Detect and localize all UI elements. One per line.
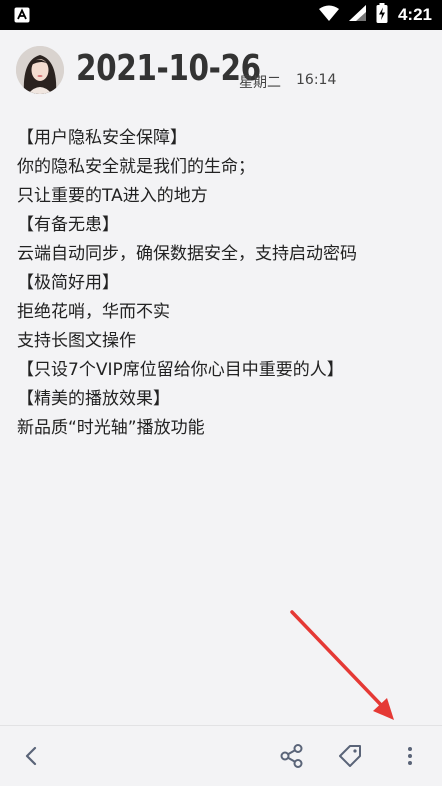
bottom-toolbar <box>0 725 442 786</box>
content-line: 【用户隐私安全保障】 <box>17 128 187 148</box>
avatar[interactable] <box>16 46 64 94</box>
entry-content[interactable]: 【用户隐私安全保障】 你的隐私安全就是我们的生命； 只让重要的TA进入的地方 【… <box>17 124 427 443</box>
status-time: 4:21 <box>397 5 432 24</box>
more-vert-icon <box>408 747 412 765</box>
battery-charging-icon <box>376 3 388 27</box>
share-button[interactable] <box>270 726 314 786</box>
content-line: 只让重要的TA进入的地方 <box>17 186 208 206</box>
more-options-button[interactable] <box>390 726 430 786</box>
tag-button[interactable] <box>328 726 372 786</box>
back-button[interactable] <box>10 726 54 786</box>
entry-date: 2021-10-26 <box>76 48 261 89</box>
content-line: 你的隐私安全就是我们的生命； <box>17 157 255 177</box>
content-line: 【极简好用】 <box>17 273 119 293</box>
wifi-icon <box>318 5 339 25</box>
content-line: 【有备无患】 <box>17 215 119 235</box>
tag-icon <box>339 745 361 767</box>
content-line: 【只设7个VIP席位留给你心目中重要的人】 <box>17 360 344 380</box>
content-line: 支持长图文操作 <box>17 331 136 351</box>
content-line: 拒绝花哨，华而不实 <box>17 302 170 322</box>
content-line: 新品质“时光轴”播放功能 <box>17 418 205 438</box>
entry-time: 16:14 <box>296 72 337 88</box>
entry-weekday: 星期二 <box>239 75 281 91</box>
share-icon <box>280 744 303 768</box>
content-line: 【精美的播放效果】 <box>17 389 170 409</box>
status-bar: 4:21 <box>0 0 442 30</box>
content-line: 云端自动同步，确保数据安全，支持启动密码 <box>17 244 357 264</box>
entry-header: 2021-10-26 星期二 16:14 <box>16 46 426 98</box>
app-notification-icon <box>14 7 30 27</box>
signal-icon <box>348 5 366 25</box>
back-arrow-icon <box>25 746 37 766</box>
